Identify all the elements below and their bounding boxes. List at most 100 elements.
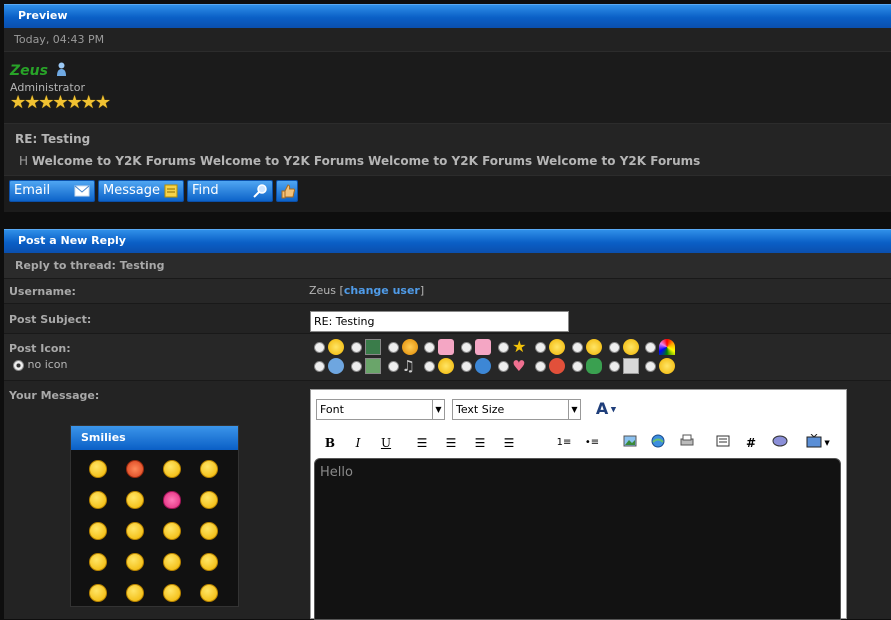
rank-stars: ★★★★★★★ <box>10 92 111 113</box>
user-icon <box>56 62 66 76</box>
icon-radio[interactable] <box>350 360 362 372</box>
eek-smiley-icon[interactable] <box>88 584 107 602</box>
icon-radio[interactable] <box>571 360 583 372</box>
wink-icon <box>548 339 565 355</box>
smile-smiley-icon[interactable] <box>199 522 218 540</box>
wink-smiley-icon[interactable] <box>125 522 144 540</box>
thumbs-down-icon <box>475 339 492 355</box>
email-button[interactable]: Email <box>9 180 95 202</box>
font-color-button[interactable]: A ▼ <box>591 400 621 418</box>
thumbs-up-button[interactable] <box>276 180 298 202</box>
frown-smiley-icon[interactable] <box>162 584 181 602</box>
icon-radio[interactable] <box>608 341 620 353</box>
insert-image-icon[interactable] <box>621 434 639 452</box>
icon-radio[interactable] <box>534 341 546 353</box>
chevron-down-icon: ▼ <box>432 400 444 419</box>
code-hash-button[interactable]: # <box>742 434 760 452</box>
print-icon[interactable] <box>678 434 696 452</box>
icon-radio[interactable] <box>461 360 473 372</box>
happy-smiley-icon[interactable] <box>88 553 107 571</box>
icon-radio[interactable] <box>534 360 546 372</box>
icon-radio[interactable] <box>314 341 325 353</box>
post-title: RE: Testing <box>15 132 91 146</box>
mad-smiley-icon[interactable] <box>125 460 144 478</box>
align-right-icon[interactable]: ☰ <box>471 434 489 452</box>
music-icon: ♫ <box>401 357 416 375</box>
icon-radio[interactable] <box>387 341 399 353</box>
heart-smiley-icon[interactable] <box>162 491 181 509</box>
icon-radio[interactable] <box>571 341 583 353</box>
underline-button[interactable]: U <box>377 434 395 452</box>
thumbs-up-icon <box>438 339 455 355</box>
exclamation-smiley-icon[interactable] <box>125 491 144 509</box>
message-button[interactable]: Message <box>98 180 184 202</box>
post-body: RE: Testing H Welcome to Y2K Forums Welc… <box>4 124 891 176</box>
no-icon-option[interactable]: no icon <box>13 358 68 371</box>
text-size-select[interactable]: Text Size ▼ <box>452 399 581 420</box>
icon-radio[interactable] <box>314 360 325 372</box>
tongue-smiley-icon[interactable] <box>162 522 181 540</box>
confused-smiley-icon[interactable] <box>162 460 181 478</box>
icon-radio[interactable] <box>387 360 399 372</box>
align-left-icon[interactable]: ☰ <box>413 434 431 452</box>
thread-row: Reply to thread: Testing <box>4 253 891 279</box>
icon-radio[interactable] <box>645 341 657 353</box>
info-icon <box>475 358 492 374</box>
sunglasses-smiley-icon[interactable] <box>125 553 144 571</box>
laugh-smiley-icon[interactable] <box>199 553 218 571</box>
justify-icon[interactable]: ☰ <box>500 434 518 452</box>
icon-radio[interactable] <box>424 360 436 372</box>
post-author-block: Zeus Administrator ★★★★★★★ <box>4 52 891 124</box>
quote-icon[interactable] <box>714 434 732 452</box>
bold-button[interactable]: B <box>321 434 339 452</box>
oops-smiley-icon[interactable] <box>125 584 144 602</box>
exclamation-icon <box>548 358 565 374</box>
icon-radio[interactable] <box>645 360 657 372</box>
font-select[interactable]: Font ▼ <box>316 399 445 420</box>
php-icon[interactable] <box>771 434 789 452</box>
surprised-icon <box>585 339 602 355</box>
question-smiley-icon[interactable] <box>199 491 218 509</box>
username-row: Username: Zeus [change user] <box>4 279 891 304</box>
author-name[interactable]: Zeus <box>10 63 48 79</box>
idea-smiley-icon[interactable] <box>88 522 107 540</box>
insert-link-icon[interactable] <box>649 434 667 452</box>
italic-button[interactable]: I <box>349 434 367 452</box>
icon-radio[interactable] <box>424 341 436 353</box>
media-dropdown-button[interactable]: ▼ <box>803 433 833 452</box>
ordered-list-icon[interactable]: 1≡ <box>555 434 573 452</box>
message-editor: Font ▼ Text Size ▼ A ▼ B I U ☰ ☰ ☰ ☰ 1≡ … <box>310 389 847 620</box>
reply-header: Post a New Reply <box>4 229 891 253</box>
star-icon: ★ <box>512 337 527 356</box>
post-action-buttons: Email Message Find <box>4 176 891 210</box>
film-icon <box>364 339 381 355</box>
icon-radio[interactable] <box>608 360 620 372</box>
icon-radio[interactable] <box>350 341 362 353</box>
username-value-line: Zeus [change user] <box>309 284 424 297</box>
at-smiley-icon[interactable] <box>199 584 218 602</box>
message-label: Your Message: <box>9 389 100 402</box>
cool-smiley-icon[interactable] <box>88 491 107 509</box>
envelope-icon <box>74 185 90 197</box>
subject-row: Post Subject: RE: Testing <box>4 304 891 334</box>
message-text: Welcome to Y2K Forums Welcome to Y2K For… <box>31 154 701 168</box>
smilies-panel: Smilies <box>70 425 239 607</box>
bracket-close: ] <box>419 284 425 297</box>
unordered-list-icon[interactable]: •≡ <box>583 434 601 452</box>
icon-radio[interactable] <box>461 341 473 353</box>
subject-input[interactable]: RE: Testing <box>310 311 569 332</box>
icon-radio[interactable] <box>498 360 510 372</box>
smile-icon <box>328 339 344 355</box>
change-user-link[interactable]: change user <box>344 284 420 297</box>
icon-radio[interactable] <box>498 341 510 353</box>
rainbow-icon <box>659 339 676 355</box>
grin-smiley-icon[interactable] <box>162 553 181 571</box>
angel-smiley-icon[interactable] <box>88 460 107 478</box>
no-icon-radio[interactable] <box>13 359 24 371</box>
smilies-grid <box>71 450 238 613</box>
message-textarea[interactable]: Hello <box>314 458 841 620</box>
picture-icon <box>364 358 381 374</box>
rolleyes-smiley-icon[interactable] <box>199 460 218 478</box>
find-button[interactable]: Find <box>187 180 273 202</box>
align-center-icon[interactable]: ☰ <box>442 434 460 452</box>
